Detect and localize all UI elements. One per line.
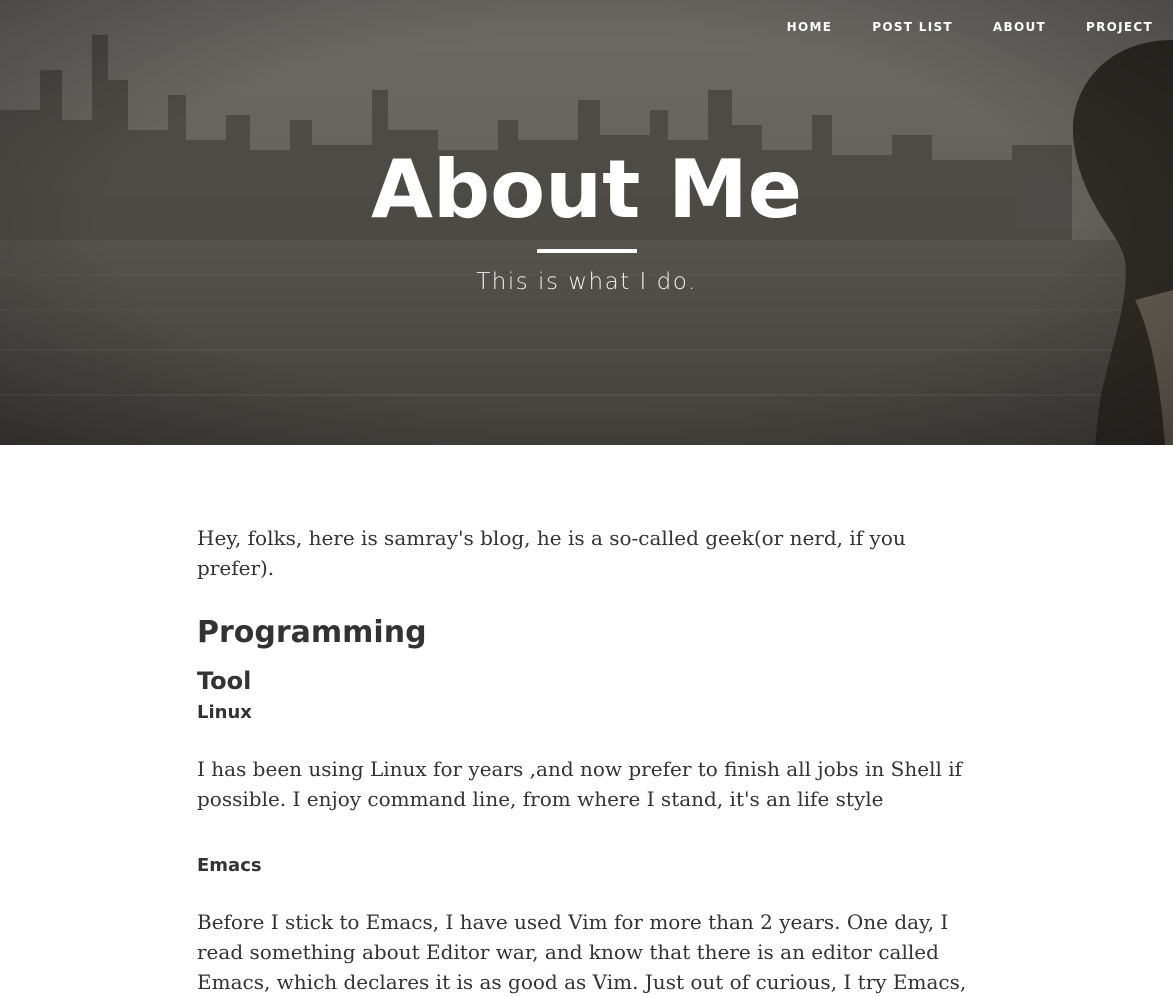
linux-paragraph: I has been using Linux for years ,and no… <box>197 757 963 811</box>
page-title: About Me <box>370 143 803 236</box>
emacs-paragraph: Before I stick to Emacs, I have used Vim… <box>197 910 967 994</box>
nav-post-list-link[interactable]: POST LIST <box>872 18 953 36</box>
tool-heading: Tool <box>197 667 252 695</box>
title-divider <box>536 249 637 253</box>
hero-header: HOME POST LIST ABOUT PROJECT About Me Th… <box>0 0 1173 445</box>
nav-about-link[interactable]: ABOUT <box>993 18 1046 36</box>
main-nav: HOME POST LIST ABOUT PROJECT <box>787 18 1153 36</box>
programming-heading: Programming <box>197 615 427 650</box>
linux-heading: Linux <box>197 702 252 723</box>
nav-project-link[interactable]: PROJECT <box>1086 18 1153 36</box>
intro-paragraph: Hey, folks, here is samray's blog, he is… <box>197 526 906 580</box>
article-body: Hey, folks, here is samray's blog, he is… <box>197 523 977 997</box>
hero-heading: About Me This is what I do. <box>0 143 1173 297</box>
page-subtitle: This is what I do. <box>476 269 697 295</box>
emacs-heading: Emacs <box>197 855 262 876</box>
nav-home-link[interactable]: HOME <box>787 18 833 36</box>
